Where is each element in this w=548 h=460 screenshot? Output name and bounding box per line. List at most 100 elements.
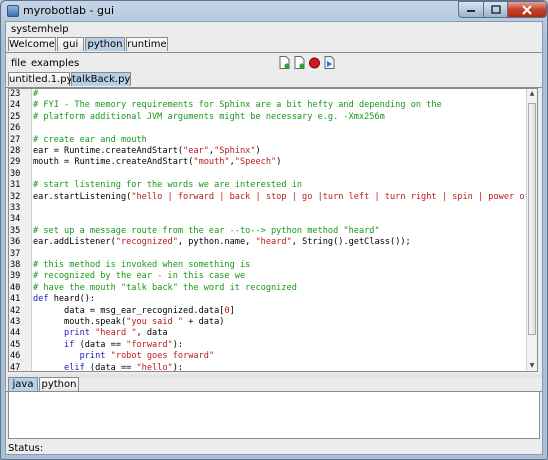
tab-runtime[interactable]: runtime bbox=[126, 37, 168, 51]
code-token: # this method is invoked when something … bbox=[33, 260, 251, 270]
console-output[interactable] bbox=[8, 391, 540, 439]
tab-untitled-1-py[interactable]: untitled.1.py bbox=[8, 72, 73, 86]
code-token: "hello" bbox=[136, 362, 173, 372]
tab-gui[interactable]: gui bbox=[57, 37, 84, 51]
code-token: # FYI - The memory requirements for Sphi… bbox=[33, 100, 442, 111]
code-line[interactable]: 46 print "robot goes forward" bbox=[9, 351, 529, 362]
code-token: "ear" bbox=[183, 146, 209, 156]
code-line[interactable]: 36 ear.addListener("recognized", python.n… bbox=[9, 237, 529, 248]
save-icon[interactable] bbox=[294, 56, 305, 69]
execute-icon[interactable] bbox=[324, 56, 335, 69]
code-line[interactable]: 45 if (data == "forward"): bbox=[9, 340, 529, 351]
code-token: # create ear and mouth bbox=[33, 134, 147, 145]
scroll-down-icon[interactable]: ▼ bbox=[527, 361, 537, 371]
code-line[interactable]: 28 ear = Runtime.createAndStart("ear","Sp… bbox=[9, 146, 529, 157]
line-number: 41 bbox=[10, 294, 21, 305]
menu-system[interactable]: system bbox=[11, 24, 47, 35]
code-token: # set up a message route from the ear --… bbox=[33, 225, 380, 236]
code-line[interactable]: 42 data = msg_ear_recognized.data[0] bbox=[9, 306, 529, 317]
code-line[interactable]: 33 bbox=[9, 203, 529, 214]
code-token: # recognized by the ear - in this case w… bbox=[33, 271, 246, 282]
code-token: + data) bbox=[183, 317, 225, 327]
code-line[interactable]: 34 bbox=[9, 214, 529, 225]
code-token: print bbox=[79, 351, 106, 362]
scroll-up-icon[interactable]: ▲ bbox=[527, 89, 537, 99]
line-number: 27 bbox=[10, 134, 21, 145]
scroll-thumb[interactable] bbox=[528, 103, 536, 335]
code-line[interactable]: 41 def heard(): bbox=[9, 294, 529, 305]
code-token: # platform additional JVM arguments migh… bbox=[33, 111, 385, 122]
file-menu[interactable]: file bbox=[11, 58, 26, 69]
code-token: "you said " bbox=[126, 317, 184, 327]
title-bar[interactable]: myrobotlab - gui bbox=[1, 1, 547, 21]
window-title: myrobotlab - gui bbox=[23, 4, 115, 17]
code-token: , python.name, bbox=[177, 237, 256, 248]
code-text: print "heard ", data bbox=[33, 328, 168, 339]
code-text: ear.startListening("hello | forward | ba… bbox=[33, 192, 537, 203]
code-line[interactable]: 30 bbox=[9, 169, 529, 180]
code-line[interactable]: 24 # FYI - The memory requirements for Sp… bbox=[9, 100, 529, 111]
code-line[interactable]: 25 # platform additional JVM arguments mi… bbox=[9, 112, 529, 123]
code-text: # this method is invoked when something … bbox=[33, 260, 250, 271]
line-number: 39 bbox=[10, 271, 21, 282]
code-editor[interactable]: 23 #24 # FYI - The memory requirements for… bbox=[8, 88, 538, 372]
code-line[interactable]: 29 mouth = Runtime.createAndStart("mouth"… bbox=[9, 157, 529, 168]
code-token: mouth = Runtime.createAndStart( bbox=[33, 157, 194, 168]
code-token: ): bbox=[172, 362, 184, 372]
editor-tab-strip: untitled.1.py talkBack.py bbox=[6, 72, 542, 88]
code-text: # create ear and mouth bbox=[33, 135, 147, 146]
line-number: 30 bbox=[10, 168, 21, 179]
code-token: ear = Runtime.createAndStart( bbox=[33, 146, 184, 156]
code-line[interactable]: 40 # have the mouth "talk back" the word … bbox=[9, 283, 529, 294]
code-text: # set up a message route from the ear --… bbox=[33, 226, 380, 237]
code-line[interactable]: 47 elif (data == "hello"): bbox=[9, 362, 529, 372]
line-number: 26 bbox=[10, 123, 21, 134]
line-number: 33 bbox=[10, 203, 21, 213]
code-line[interactable]: 44 print "heard ", data bbox=[9, 328, 529, 339]
code-token: (data == bbox=[84, 362, 137, 372]
code-token: (data == bbox=[74, 339, 127, 350]
code-line[interactable]: 35 # set up a message route from the ear … bbox=[9, 226, 529, 237]
line-number: 45 bbox=[10, 339, 21, 350]
code-token: , String().getClass()); bbox=[291, 237, 411, 248]
run-icon[interactable] bbox=[309, 56, 320, 69]
code-text: elif (data == "hello"): bbox=[33, 362, 184, 372]
code-line[interactable]: 23 # bbox=[9, 89, 529, 100]
vertical-scrollbar[interactable]: ▲ ▼ bbox=[526, 89, 537, 371]
code-token: data = msg_ear_recognized.data[ bbox=[33, 305, 225, 316]
code-line[interactable]: 38 # this method is invoked when somethin… bbox=[9, 260, 529, 271]
code-line[interactable]: 32 ear.startListening("hello | forward | … bbox=[9, 192, 537, 203]
close-button[interactable] bbox=[507, 1, 547, 18]
code-line[interactable]: 26 bbox=[9, 123, 529, 134]
code-token: "heard " bbox=[95, 328, 137, 339]
code-token: ): bbox=[172, 339, 184, 350]
code-token: print bbox=[64, 328, 90, 339]
tab-python-console[interactable]: python bbox=[39, 377, 79, 391]
tab-java[interactable]: java bbox=[8, 377, 38, 391]
minimize-button[interactable] bbox=[458, 1, 484, 18]
code-token: if bbox=[64, 339, 75, 350]
code-line[interactable]: 39 # recognized by the ear - in this case… bbox=[9, 271, 529, 282]
menu-help[interactable]: help bbox=[47, 24, 69, 35]
code-token: def bbox=[33, 294, 49, 305]
line-number: 28 bbox=[10, 146, 21, 156]
tab-talkback-py[interactable]: talkBack.py bbox=[71, 72, 131, 86]
code-token: ) bbox=[255, 146, 261, 156]
code-line[interactable]: 43 mouth.speak("you said " + data) bbox=[9, 317, 529, 328]
new-file-icon[interactable] bbox=[279, 56, 290, 69]
code-token: ] bbox=[229, 305, 235, 316]
code-text: ear = Runtime.createAndStart("ear","Sphi… bbox=[33, 146, 261, 157]
tab-python[interactable]: python bbox=[85, 37, 125, 51]
code-token: # start listening for the words we are i… bbox=[33, 180, 303, 191]
code-line[interactable]: 31 # start listening for the words we are… bbox=[9, 180, 529, 191]
line-number: 42 bbox=[10, 305, 21, 316]
examples-menu[interactable]: examples bbox=[31, 58, 79, 69]
code-line[interactable]: 37 bbox=[9, 249, 529, 260]
code-text: ear.addListener("recognized", python.nam… bbox=[33, 237, 411, 248]
maximize-button[interactable] bbox=[483, 1, 508, 18]
code-line[interactable]: 27 # create ear and mouth bbox=[9, 135, 529, 146]
tab-welcome[interactable]: Welcome bbox=[8, 37, 56, 51]
